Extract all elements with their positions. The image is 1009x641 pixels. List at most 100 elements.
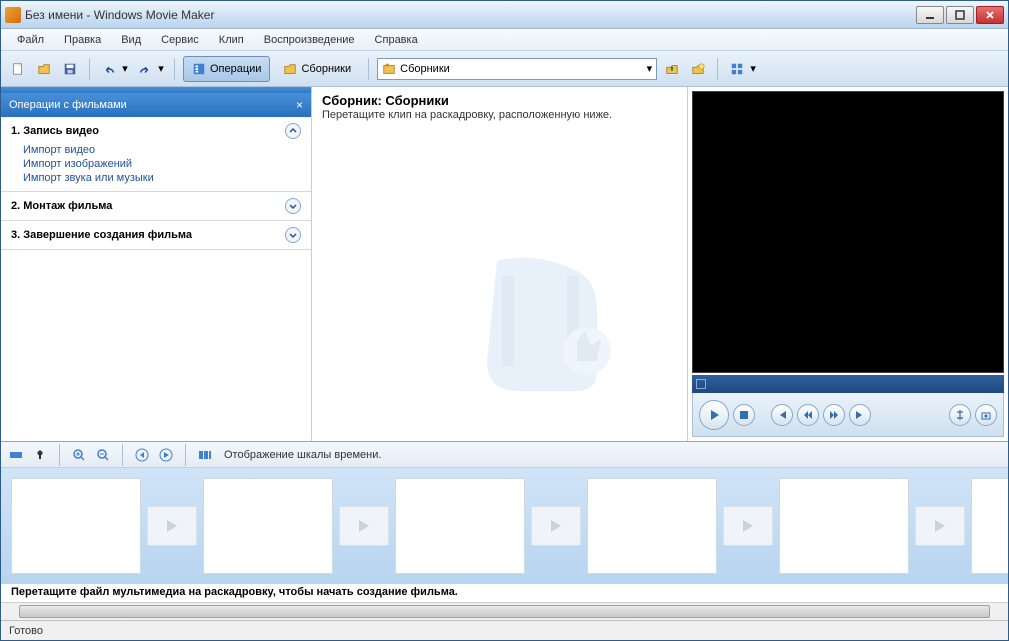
prev-button[interactable] <box>771 404 793 426</box>
open-button[interactable] <box>33 58 55 80</box>
transition-slot[interactable] <box>147 506 197 546</box>
window-title: Без имени - Windows Movie Maker <box>25 8 916 22</box>
task-section-title: 3. Завершение создания фильма <box>11 229 192 241</box>
status-text: Готово <box>9 625 43 637</box>
timeline-area: Отображение шкалы времени. Перетащите фа… <box>1 442 1008 620</box>
zoom-out-button[interactable] <box>94 446 112 464</box>
preview-seek-bar[interactable] <box>692 375 1004 393</box>
transition-slot[interactable] <box>723 506 773 546</box>
narrate-button[interactable] <box>31 446 49 464</box>
up-level-button[interactable] <box>661 58 683 80</box>
app-icon <box>5 7 21 23</box>
collections-toggle-button[interactable]: Сборники <box>274 56 360 82</box>
maximize-button[interactable] <box>946 6 974 24</box>
task-section-head-3[interactable]: 3. Завершение создания фильма <box>11 227 301 243</box>
close-button[interactable] <box>976 6 1004 24</box>
preview-pane <box>688 87 1008 441</box>
task-link-import-video[interactable]: Импорт видео <box>23 143 301 157</box>
chevron-down-icon <box>285 227 301 243</box>
stop-button[interactable] <box>733 404 755 426</box>
task-section-edit: 2. Монтаж фильма <box>1 192 311 221</box>
preview-monitor[interactable] <box>692 91 1004 373</box>
titlebar[interactable]: Без имени - Windows Movie Maker <box>1 1 1008 29</box>
scrollbar-thumb[interactable] <box>19 605 990 618</box>
rewind-button[interactable] <box>797 404 819 426</box>
save-button[interactable] <box>59 58 81 80</box>
menu-view[interactable]: Вид <box>113 32 149 48</box>
task-section-capture: 1. Запись видео Импорт видео Импорт изоб… <box>1 117 311 192</box>
task-links-1: Импорт видео Импорт изображений Импорт з… <box>11 139 301 185</box>
redo-button[interactable]: ▾ <box>134 58 166 80</box>
task-link-import-images[interactable]: Импорт изображений <box>23 157 301 171</box>
separator <box>717 58 718 80</box>
toolbar: ▾ ▾ Операции Сборники Сборники ▾ ▾ <box>1 51 1008 87</box>
transition-slot[interactable] <box>915 506 965 546</box>
collection-subtitle: Перетащите клип на раскадровку, располож… <box>322 109 677 121</box>
task-section-title: 2. Монтаж фильма <box>11 200 112 212</box>
timeline-view-button[interactable] <box>7 446 25 464</box>
storyboard-slot[interactable] <box>395 478 525 574</box>
separator <box>89 58 90 80</box>
preview-controls <box>692 393 1004 437</box>
folder-icon <box>283 62 297 76</box>
tasks-pane: Операции с фильмами × 1. Запись видео Им… <box>1 87 311 441</box>
storyboard-slot[interactable] <box>971 478 1008 574</box>
collection-icon <box>382 62 396 76</box>
filmstrip-watermark-icon <box>467 241 627 401</box>
statusbar: Готово <box>1 620 1008 640</box>
menu-play[interactable]: Воспроизведение <box>256 32 363 48</box>
app-window: Без имени - Windows Movie Maker Файл Пра… <box>0 0 1009 641</box>
storyboard-hint: Перетащите файл мультимедиа на раскадров… <box>1 584 1008 602</box>
tasks-header: Операции с фильмами × <box>1 93 311 117</box>
storyboard-slot[interactable] <box>779 478 909 574</box>
main-area: Операции с фильмами × 1. Запись видео Им… <box>1 87 1008 442</box>
storyboard-slot[interactable] <box>587 478 717 574</box>
chevron-down-icon: ▾ <box>647 62 653 75</box>
show-storyboard-button[interactable] <box>196 446 214 464</box>
timeline-toolbar: Отображение шкалы времени. <box>1 442 1008 468</box>
horizontal-scrollbar[interactable] <box>1 602 1008 620</box>
task-section-head-2[interactable]: 2. Монтаж фильма <box>11 198 301 214</box>
rewind-timeline-button[interactable] <box>133 446 151 464</box>
menu-tools[interactable]: Сервис <box>153 32 207 48</box>
menu-help[interactable]: Справка <box>367 32 426 48</box>
view-mode-button[interactable]: ▾ <box>726 58 758 80</box>
collections-toggle-label: Сборники <box>301 63 351 75</box>
tasks-close-button[interactable]: × <box>296 98 303 112</box>
next-button[interactable] <box>849 404 871 426</box>
new-folder-button[interactable] <box>687 58 709 80</box>
tasks-toggle-label: Операции <box>210 63 261 75</box>
menu-clip[interactable]: Клип <box>211 32 252 48</box>
collection-combo-value: Сборники <box>400 63 450 75</box>
tasks-toggle-button[interactable]: Операции <box>183 56 270 82</box>
menu-file[interactable]: Файл <box>9 32 52 48</box>
chevron-down-icon <box>285 198 301 214</box>
play-button[interactable] <box>699 400 729 430</box>
chevron-up-icon <box>285 123 301 139</box>
minimize-button[interactable] <box>916 6 944 24</box>
task-link-import-audio[interactable]: Импорт звука или музыки <box>23 171 301 185</box>
take-picture-button[interactable] <box>975 404 997 426</box>
storyboard[interactable] <box>1 468 1008 584</box>
separator <box>122 444 123 466</box>
timeline-view-label: Отображение шкалы времени. <box>224 449 381 461</box>
zoom-in-button[interactable] <box>70 446 88 464</box>
menu-edit[interactable]: Правка <box>56 32 109 48</box>
menubar: Файл Правка Вид Сервис Клип Воспроизведе… <box>1 29 1008 51</box>
collection-combo[interactable]: Сборники ▾ <box>377 58 657 80</box>
task-section-title: 1. Запись видео <box>11 125 99 137</box>
transition-slot[interactable] <box>531 506 581 546</box>
collection-pane[interactable]: Сборник: Сборники Перетащите клип на рас… <box>311 87 688 441</box>
storyboard-slot[interactable] <box>203 478 333 574</box>
split-clip-button[interactable] <box>949 404 971 426</box>
task-section-finish: 3. Завершение создания фильма <box>1 221 311 250</box>
new-button[interactable] <box>7 58 29 80</box>
separator <box>185 444 186 466</box>
transition-slot[interactable] <box>339 506 389 546</box>
storyboard-slot[interactable] <box>11 478 141 574</box>
undo-button[interactable]: ▾ <box>98 58 130 80</box>
task-section-head-1[interactable]: 1. Запись видео <box>11 123 301 139</box>
forward-button[interactable] <box>823 404 845 426</box>
play-timeline-button[interactable] <box>157 446 175 464</box>
seek-handle-icon[interactable] <box>696 379 706 389</box>
